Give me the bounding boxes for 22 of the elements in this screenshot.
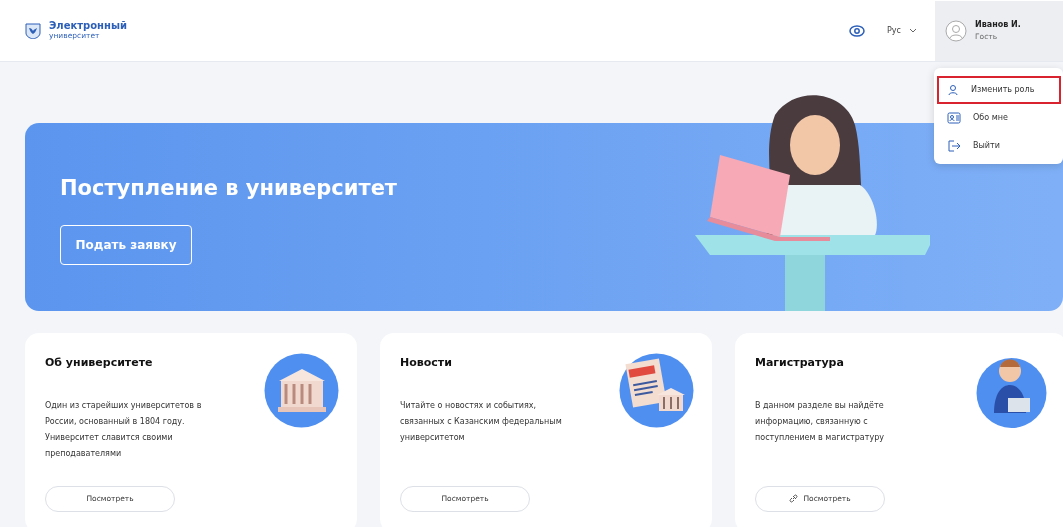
eye-icon[interactable] bbox=[849, 24, 866, 37]
card-text: В данном разделе вы найдёте информацию, связанную с поступлением в магистратуру bbox=[755, 399, 885, 444]
card-title: Новости bbox=[400, 355, 453, 371]
card-title: Об университете bbox=[45, 355, 154, 371]
person-icon bbox=[947, 84, 959, 96]
logo-title: Электронный bbox=[49, 21, 127, 31]
link-icon bbox=[789, 494, 799, 503]
chevron-icon bbox=[909, 27, 917, 34]
newspaper-icon bbox=[619, 353, 694, 428]
id-card-icon bbox=[947, 112, 961, 124]
building-icon bbox=[264, 353, 339, 428]
menu-item[interactable]: Выйти bbox=[937, 132, 1061, 160]
language-selector[interactable]: Рус bbox=[887, 24, 917, 37]
card-text: Один из старейших университетов в России, основанный в 1804 году. Университет славится своими преподавателями bbox=[45, 399, 203, 460]
user-name: Иванов И. bbox=[975, 18, 1021, 31]
menu-item[interactable]: Обо мне bbox=[937, 104, 1061, 132]
card-text: Читайте о новостях и событиях, связанных с Казанским федеральным университетом bbox=[400, 399, 563, 444]
card-title: Магистратура bbox=[755, 355, 845, 371]
menu-item[interactable]: Изменить роль bbox=[937, 76, 1061, 104]
banner-title: Поступление в университет bbox=[60, 175, 399, 202]
logout-icon bbox=[947, 140, 961, 152]
logo-icon bbox=[25, 22, 41, 39]
